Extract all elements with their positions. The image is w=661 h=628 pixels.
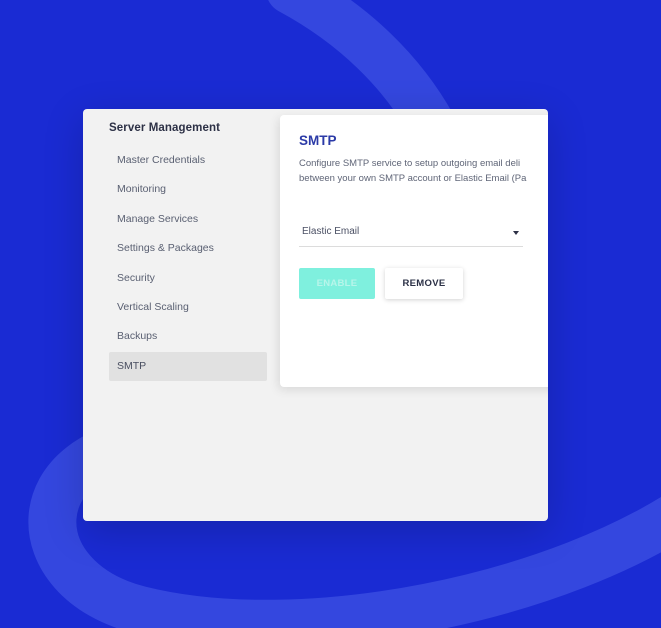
sidebar-item-settings-packages[interactable]: Settings & Packages [109, 234, 267, 263]
sidebar-item-monitoring[interactable]: Monitoring [109, 175, 267, 204]
smtp-description-line-2: between your own SMTP account or Elastic… [299, 173, 527, 184]
sidebar-item-security[interactable]: Security [109, 264, 267, 293]
sidebar-title: Server Management [109, 122, 220, 134]
server-management-panel: Server Management Master Credentials Mon… [83, 109, 548, 521]
remove-button[interactable]: REMOVE [385, 268, 463, 299]
sidebar-item-master-credentials[interactable]: Master Credentials [109, 146, 267, 175]
smtp-description: Configure SMTP service to setup outgoing… [299, 156, 548, 186]
smtp-description-line-1: Configure SMTP service to setup outgoing… [299, 158, 521, 169]
smtp-card: SMTP Configure SMTP service to setup out… [280, 115, 548, 387]
sidebar: Server Management Master Credentials Mon… [83, 109, 280, 521]
enable-button[interactable]: ENABLE [299, 268, 375, 299]
sidebar-item-backups[interactable]: Backups [109, 322, 267, 351]
smtp-provider-select[interactable]: Elastic Email [299, 220, 523, 247]
sidebar-item-smtp[interactable]: SMTP [109, 351, 267, 382]
smtp-title: SMTP [299, 133, 337, 148]
sidebar-item-vertical-scaling[interactable]: Vertical Scaling [109, 293, 267, 322]
sidebar-menu: Master Credentials Monitoring Manage Ser… [109, 146, 267, 382]
smtp-provider-selected-value: Elastic Email [302, 226, 360, 237]
sidebar-item-manage-services[interactable]: Manage Services [109, 205, 267, 234]
chevron-down-icon [513, 231, 519, 235]
